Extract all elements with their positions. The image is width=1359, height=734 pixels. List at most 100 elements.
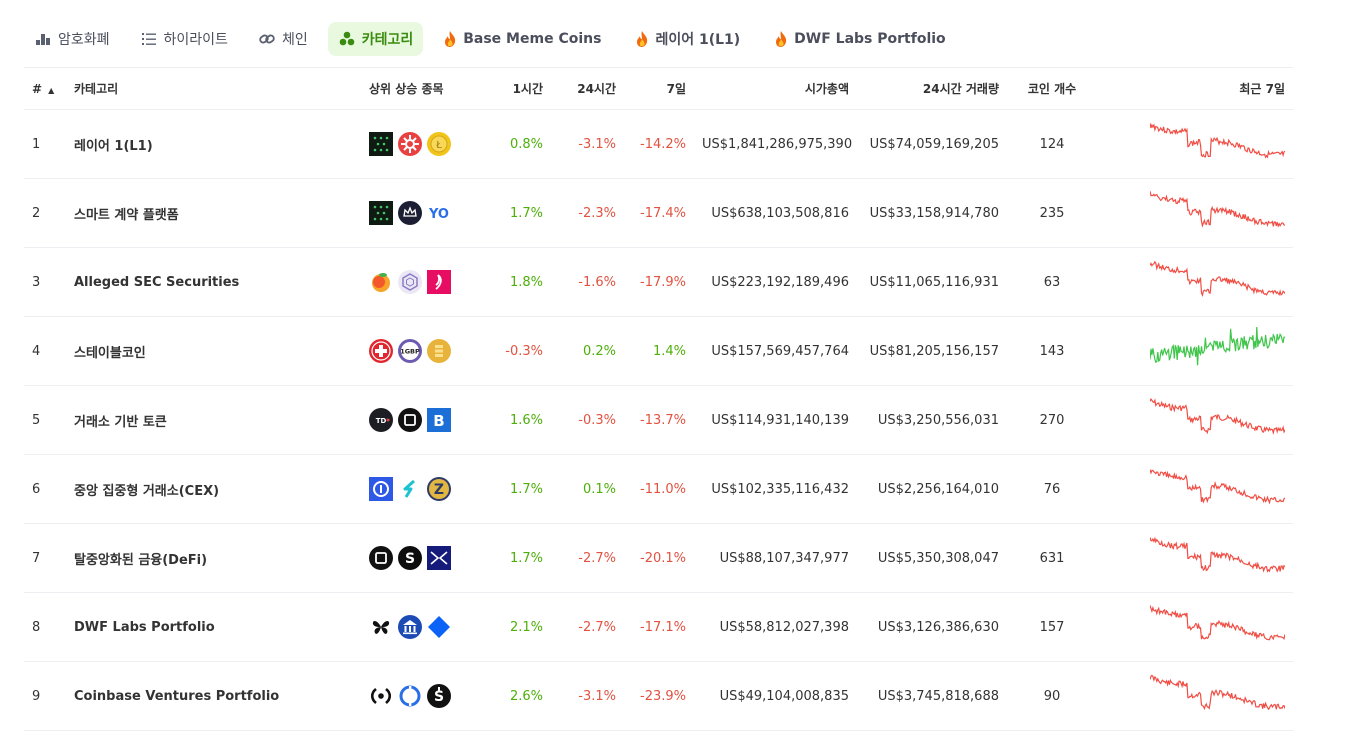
change-7d-cell: -13.7% — [640, 412, 686, 428]
square-outline-token-icon — [398, 408, 422, 432]
fire-icon — [633, 30, 651, 48]
change-1h-cell: 1.6% — [509, 412, 543, 428]
tab-1[interactable]: 하이라이트 — [130, 22, 238, 56]
gold-coin-token-icon: Ł — [427, 132, 451, 156]
tab-label: 카테고리 — [361, 32, 414, 48]
table-row[interactable]: 7 탈중앙화된 금융(DeFi) S 1.7% -2.7% -20.1% US$88,107… — [24, 524, 1293, 593]
market-cap-header[interactable]: 시가총액 — [694, 68, 857, 110]
table-row[interactable]: 6 중앙 집중형 거래소(CEX) Z 1.7% 0.1% -11.0% US$102,33… — [24, 455, 1293, 524]
volume-24h-cell: US$5,350,308,047 — [877, 550, 999, 566]
tab-5[interactable]: 레이어 1(L1) — [625, 22, 748, 56]
tab-3[interactable]: 카테고리 — [327, 22, 424, 56]
category-name-link[interactable]: Alleged SEC Securities — [66, 248, 361, 317]
categories-table: # ▲ 카테고리 상위 상승 종목 1시간 24시간 7일 시가총액 24시간 거… — [24, 67, 1293, 731]
category-name-link[interactable]: 탈중앙화된 금융(DeFi) — [66, 524, 361, 593]
category-name-link[interactable]: DWF Labs Portfolio — [66, 593, 361, 662]
tab-4[interactable]: Base Meme Coins — [433, 22, 609, 56]
sparkline-cell — [1097, 248, 1293, 317]
last-7d-header: 최근 7일 — [1239, 82, 1285, 96]
volume-24h-cell: US$74,059,169,205 — [869, 136, 999, 152]
gold-stack-token-icon — [427, 339, 451, 363]
sparkline-cell — [1097, 662, 1293, 731]
sparkline-cell — [1097, 593, 1293, 662]
svg-text:B: B — [433, 412, 444, 430]
gold-z-token-icon: Z — [427, 477, 451, 501]
market-cap-cell: US$88,107,347,977 — [719, 550, 849, 566]
table-row[interactable]: 1 레이어 1(L1) Ł 0.8% -3.1% -14.2% US$1,841,286,9… — [24, 110, 1293, 179]
category-header[interactable]: 카테고리 — [66, 68, 361, 110]
change-7d-cell: -17.4% — [640, 205, 686, 221]
rank-header[interactable]: # ▲ — [24, 68, 66, 110]
tab-2[interactable]: 체인 — [248, 22, 318, 56]
tab-6[interactable]: DWF Labs Portfolio — [764, 22, 954, 56]
rank-cell: 7 — [32, 550, 41, 566]
change-1h-cell: 1.7% — [509, 205, 543, 221]
fire-icon — [772, 30, 790, 48]
bar-chart-icon — [34, 30, 52, 48]
volume-24h-cell: US$33,158,914,780 — [869, 205, 999, 221]
change-24h-header[interactable]: 24시간 — [551, 68, 624, 110]
rank-cell: 9 — [32, 688, 41, 704]
change-24h-cell: -0.3% — [578, 412, 616, 428]
sparkline-7d — [1150, 469, 1285, 505]
tab-label: 암호화폐 — [58, 32, 110, 48]
hexagon-token-icon — [398, 270, 422, 294]
list-icon — [140, 30, 158, 48]
volume-24h-cell: US$81,205,156,157 — [869, 343, 999, 359]
blue-half-circle-token-icon — [398, 684, 422, 708]
category-clover-icon — [338, 30, 356, 48]
table-row[interactable]: 2 스마트 계약 플랫폼 YO 1.7% -2.3% -17.4% US$638,103,5… — [24, 179, 1293, 248]
svg-text:TD: TD — [376, 417, 387, 425]
change-1h-cell: 1.7% — [509, 481, 543, 497]
category-tabs: 암호화폐 하이라이트 체인 카테고리 Base Meme Coins 레이어 1(L1) D… — [24, 22, 970, 56]
change-24h-cell: -3.1% — [578, 136, 616, 152]
top-gainers-cell — [361, 248, 471, 317]
coin-count-cell: 235 — [1039, 205, 1065, 221]
svg-text:YO: YO — [428, 207, 449, 222]
change-24h-cell: -1.6% — [578, 274, 616, 290]
coin-count-header[interactable]: 코인 개수 — [1007, 68, 1097, 110]
category-name-link[interactable]: 중앙 집중형 거래소(CEX) — [66, 455, 361, 524]
category-name-link[interactable]: 스마트 계약 플랫폼 — [66, 179, 361, 248]
top-gainers-cell: YO — [361, 179, 471, 248]
change-1h-cell: 2.6% — [509, 688, 543, 704]
change-7d-cell: 1.4% — [652, 343, 686, 359]
dot-grid-token-icon — [369, 201, 393, 225]
change-7d-header[interactable]: 7일 — [624, 68, 694, 110]
change-1h-cell: 0.8% — [509, 136, 543, 152]
blue-b-token-icon: B — [427, 408, 451, 432]
market-cap-cell: US$157,569,457,764 — [711, 343, 849, 359]
table-row[interactable]: 4 스테이블코인 1GBP -0.3% 0.2% 1.4% US$157,569,457,7… — [24, 317, 1293, 386]
volume-24h-cell: US$3,745,818,688 — [877, 688, 999, 704]
top-gainers-cell: Ł — [361, 110, 471, 179]
table-row[interactable]: 8 DWF Labs Portfolio 2.1% -2.7% -17.1% US$58,… — [24, 593, 1293, 662]
volume-24h-cell: US$2,256,164,010 — [877, 481, 999, 497]
change-1h-header[interactable]: 1시간 — [471, 68, 551, 110]
tab-0[interactable]: 암호화폐 — [24, 22, 120, 56]
change-24h-cell: 0.1% — [582, 481, 616, 497]
blue-ring-token-icon — [369, 477, 393, 501]
dark-circle-token-icon: TD — [369, 408, 393, 432]
square-outline-token-icon — [369, 546, 393, 570]
change-1h-cell: -0.3% — [505, 343, 543, 359]
change-7d-cell: -17.9% — [640, 274, 686, 290]
table-row[interactable]: 9 Coinbase Ventures Portfolio S 2.6% -3.1% -2… — [24, 662, 1293, 731]
top-gainers-cell — [361, 593, 471, 662]
category-name-link[interactable]: 레이어 1(L1) — [66, 110, 361, 179]
category-name-link[interactable]: 스테이블코인 — [66, 317, 361, 386]
tab-label: Base Meme Coins — [463, 31, 602, 47]
tab-label: 체인 — [281, 32, 308, 48]
category-name-link[interactable]: 거래소 기반 토큰 — [66, 386, 361, 455]
volume-24h-header[interactable]: 24시간 거래량 — [857, 68, 1007, 110]
sparkline-7d — [1150, 674, 1285, 711]
tab-label: 레이어 1(L1) — [655, 32, 741, 48]
category-name-link[interactable]: Coinbase Ventures Portfolio — [66, 662, 361, 731]
table-row[interactable]: 5 거래소 기반 토큰 TD B 1.6% -0.3% -13.7% US$114,931,1… — [24, 386, 1293, 455]
rank-cell: 6 — [32, 481, 41, 497]
change-7d-cell: -14.2% — [640, 136, 686, 152]
coin-count-cell: 90 — [1043, 688, 1061, 704]
signal-token-icon — [369, 684, 393, 708]
rank-cell: 1 — [32, 136, 41, 152]
market-cap-cell: US$102,335,116,432 — [711, 481, 849, 497]
table-row[interactable]: 3 Alleged SEC Securities 1.8% -1.6% -17.9% US… — [24, 248, 1293, 317]
